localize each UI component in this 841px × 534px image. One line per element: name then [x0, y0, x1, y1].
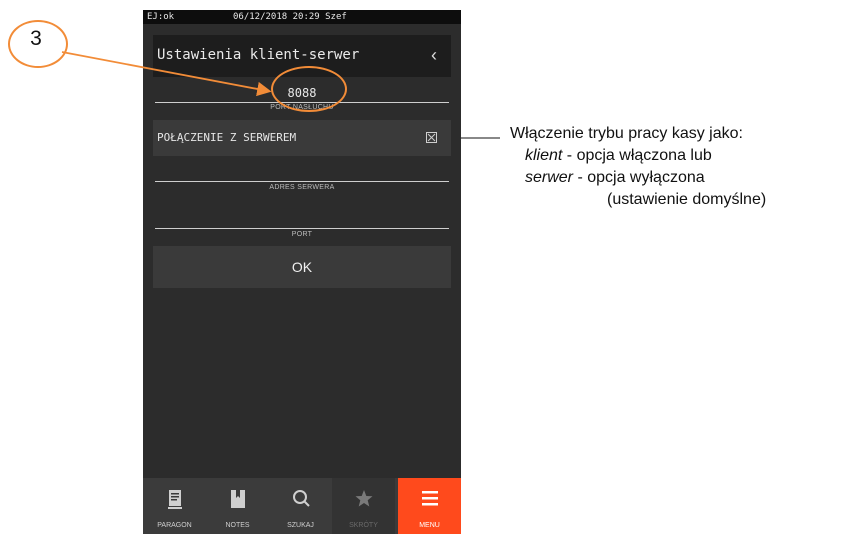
note-line-2: klient - opcja włączona lub	[510, 145, 840, 167]
note-line-3: serwer - opcja wyłączona	[510, 167, 840, 189]
note-client-term: klient	[525, 147, 563, 164]
callout-arrow	[61, 51, 272, 97]
annotation-note: Włączenie trybu pracy kasy jako: klient …	[510, 123, 840, 211]
note-server-desc: - opcja wyłączona	[573, 169, 705, 186]
note-client-desc: - opcja włączona lub	[562, 147, 712, 164]
note-server-term: serwer	[525, 169, 574, 186]
note-line-4: (ustawienie domyślne)	[607, 191, 767, 208]
annotation-lines	[61, 51, 500, 139]
note-line-1: Włączenie trybu pracy kasy jako:	[510, 125, 743, 142]
